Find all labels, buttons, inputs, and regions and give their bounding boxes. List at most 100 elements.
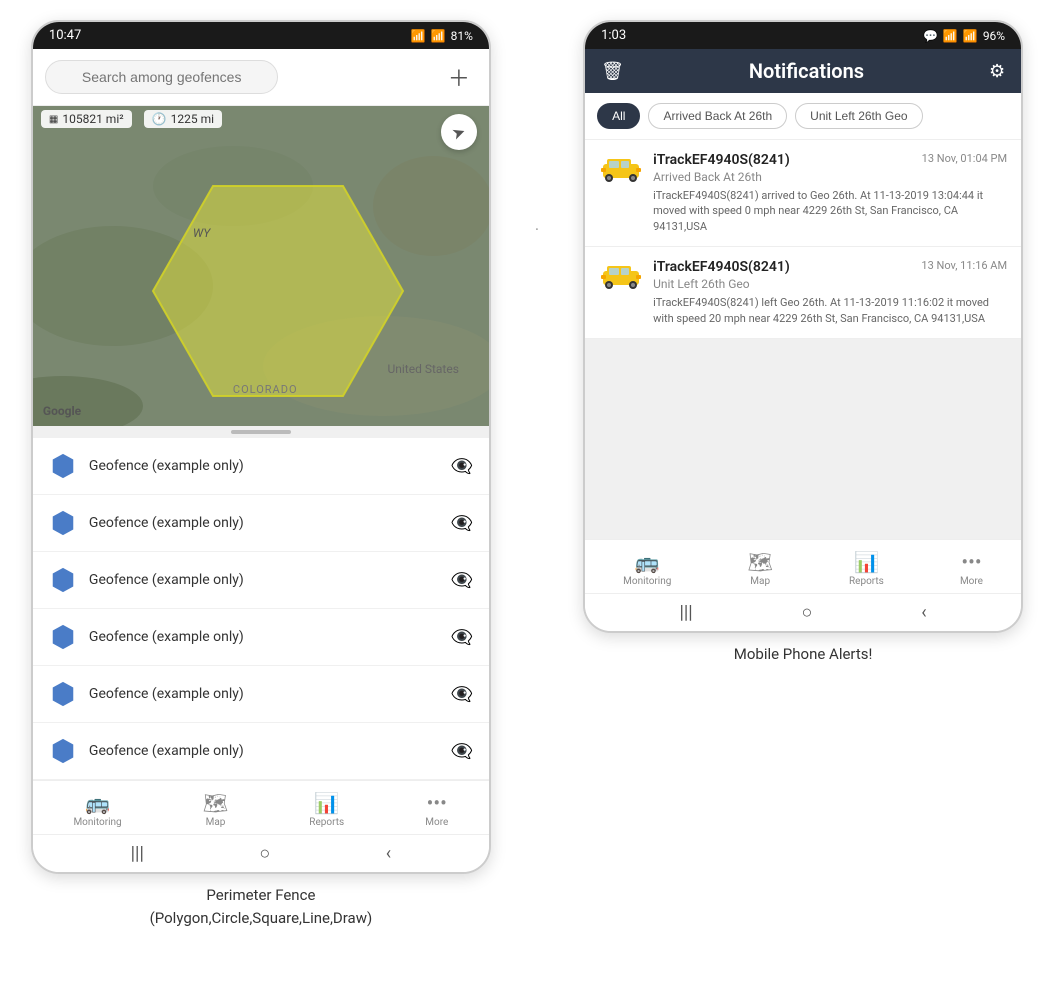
notifications-title: Notifications (636, 59, 977, 83)
right-battery: 96% (983, 29, 1005, 43)
notif-top-2: iTrackEF4940S(8241) 13 Nov, 11:16 AM (653, 259, 1007, 275)
filter-all[interactable]: All (597, 103, 640, 129)
clock-icon: 🕐 (152, 112, 167, 126)
right-recent-apps-icon[interactable]: ||| (680, 602, 693, 623)
visibility-icon-3[interactable]: 👁‍🗨 (450, 627, 472, 648)
chat-icon: 💬 (923, 29, 938, 43)
left-bottom-nav: 🚌 Monitoring 🗺 Map 📊 Reports ••• More (33, 780, 489, 834)
notification-item-2[interactable]: iTrackEF4940S(8241) 13 Nov, 11:16 AM Uni… (585, 247, 1021, 339)
scroll-indicator (33, 426, 489, 438)
right-more-label: More (960, 576, 983, 587)
notification-item-1[interactable]: iTrackEF4940S(8241) 13 Nov, 01:04 PM Arr… (585, 140, 1021, 247)
search-bar: 🔍 ＋ (33, 49, 489, 106)
recent-apps-icon[interactable]: ||| (131, 843, 144, 864)
notif-content-2: iTrackEF4940S(8241) 13 Nov, 11:16 AM Uni… (653, 259, 1007, 326)
notif-top-1: iTrackEF4940S(8241) 13 Nov, 01:04 PM (653, 152, 1007, 168)
right-reports-icon: 📊 (854, 550, 879, 574)
right-back-icon[interactable]: ‹ (921, 602, 926, 623)
left-gesture-bar: ||| ○ ‹ (33, 834, 489, 872)
separator: · (531, 20, 543, 239)
visibility-icon-4[interactable]: 👁‍🗨 (450, 684, 472, 705)
battery-left: 81% (451, 29, 473, 43)
geofence-item-1[interactable]: Geofence (example only) 👁‍🗨 (33, 495, 489, 552)
map-stats: ▦ 105821 mi² 🕐 1225 mi (41, 110, 222, 128)
left-phone: 10:47 📶 📶 81% 🔍 ＋ (31, 20, 491, 874)
map-label: Map (206, 817, 226, 828)
right-phone: 1:03 💬 📶 📶 96% 🗑 Notifications ⚙ All Arr… (583, 20, 1023, 633)
right-monitoring-icon: 🚌 (635, 550, 660, 574)
geofence-icon-5 (49, 737, 77, 765)
nav-more[interactable]: ••• More (417, 789, 456, 830)
notif-time-1: 13 Nov, 01:04 PM (922, 152, 1007, 165)
notif-content-1: iTrackEF4940S(8241) 13 Nov, 01:04 PM Arr… (653, 152, 1007, 234)
map-label-us: United States (387, 362, 458, 376)
visibility-icon-0[interactable]: 👁‍🗨 (450, 456, 472, 477)
car-svg-2 (599, 261, 643, 289)
right-nav-reports[interactable]: 📊 Reports (841, 548, 892, 589)
compass-button[interactable]: ➤ (441, 114, 477, 150)
left-time: 10:47 (49, 28, 81, 43)
geofence-search-input[interactable] (45, 60, 278, 94)
geofence-name-4: Geofence (example only) (89, 686, 439, 702)
wifi-icon: 📶 (411, 29, 426, 43)
right-nav-map[interactable]: 🗺 Map (739, 548, 780, 589)
map-stat-area: ▦ 105821 mi² (41, 110, 132, 128)
right-caption-text: Mobile Phone Alerts! (734, 645, 873, 663)
right-monitoring-label: Monitoring (623, 576, 671, 587)
geofence-name-0: Geofence (example only) (89, 458, 439, 474)
left-caption-line2: (Polygon,Circle,Square,Line,Draw) (150, 909, 373, 927)
delete-button[interactable]: 🗑 (601, 61, 624, 82)
visibility-icon-2[interactable]: 👁‍🗨 (450, 570, 472, 591)
map-terrain-svg (33, 106, 489, 426)
right-nav-more[interactable]: ••• More (952, 548, 991, 589)
right-reports-label: Reports (849, 576, 884, 587)
search-wrapper: 🔍 (45, 60, 433, 94)
right-caption: Mobile Phone Alerts! (734, 643, 873, 666)
geofence-item-5[interactable]: Geofence (example only) 👁‍🗨 (33, 723, 489, 780)
map-label-wy: WY (193, 226, 210, 240)
scroll-bar (231, 430, 291, 434)
back-icon[interactable]: ‹ (386, 843, 391, 864)
map-stat-distance: 🕐 1225 mi (144, 110, 222, 128)
visibility-icon-5[interactable]: 👁‍🗨 (450, 741, 472, 762)
right-bottom-nav: 🚌 Monitoring 🗺 Map 📊 Reports ••• More (585, 539, 1021, 593)
geofence-icon-2 (49, 566, 77, 594)
right-home-icon[interactable]: ○ (802, 602, 813, 623)
right-time: 1:03 (601, 28, 626, 43)
geofence-name-1: Geofence (example only) (89, 515, 439, 531)
geofence-item-0[interactable]: Geofence (example only) 👁‍🗨 (33, 438, 489, 495)
geofence-name-2: Geofence (example only) (89, 572, 439, 588)
geofence-item-3[interactable]: Geofence (example only) 👁‍🗨 (33, 609, 489, 666)
monitoring-icon: 🚌 (85, 791, 110, 815)
area-pattern-icon: ▦ (49, 114, 58, 125)
filter-arrived[interactable]: Arrived Back At 26th (648, 103, 787, 129)
monitoring-label: Monitoring (73, 817, 121, 828)
geofence-item-4[interactable]: Geofence (example only) 👁‍🗨 (33, 666, 489, 723)
right-phone-wrapper: 1:03 💬 📶 📶 96% 🗑 Notifications ⚙ All Arr… (583, 20, 1023, 665)
nav-map[interactable]: 🗺 Map (195, 789, 236, 830)
filter-tabs: All Arrived Back At 26th Unit Left 26th … (585, 93, 1021, 140)
more-icon: ••• (427, 791, 447, 815)
right-nav-monitoring[interactable]: 🚌 Monitoring (615, 548, 679, 589)
notif-event-1: Arrived Back At 26th (653, 170, 1007, 184)
visibility-icon-1[interactable]: 👁‍🗨 (450, 513, 472, 534)
map-icon: 🗺 (203, 791, 228, 815)
geofence-icon-1 (49, 509, 77, 537)
nav-reports[interactable]: 📊 Reports (301, 789, 352, 830)
notif-desc-2: iTrackEF4940S(8241) left Geo 26th. At 11… (653, 295, 1007, 326)
geofence-item-2[interactable]: Geofence (example only) 👁‍🗨 (33, 552, 489, 609)
car-icon-1 (599, 152, 643, 184)
home-icon[interactable]: ○ (259, 843, 270, 864)
nav-monitoring[interactable]: 🚌 Monitoring (65, 789, 129, 830)
right-more-icon: ••• (961, 550, 981, 574)
left-caption: Perimeter Fence (Polygon,Circle,Square,L… (150, 884, 373, 929)
geofence-icon-4 (49, 680, 77, 708)
notif-time-2: 13 Nov, 11:16 AM (921, 259, 1007, 272)
empty-area (585, 339, 1021, 539)
add-geofence-button[interactable]: ＋ (441, 59, 477, 95)
settings-button[interactable]: ⚙ (989, 61, 1005, 82)
filter-left[interactable]: Unit Left 26th Geo (795, 103, 922, 129)
right-status-bar: 1:03 💬 📶 📶 96% (585, 22, 1021, 49)
geofence-icon-3 (49, 623, 77, 651)
geofence-name-3: Geofence (example only) (89, 629, 439, 645)
